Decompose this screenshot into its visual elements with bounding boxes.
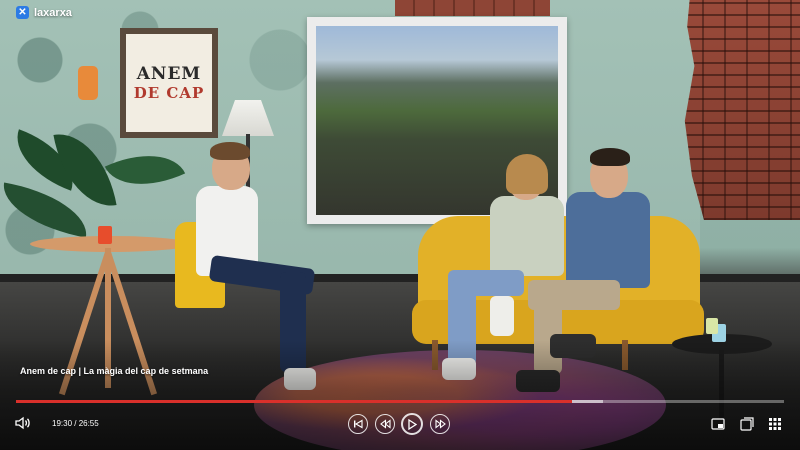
green-mug xyxy=(706,318,718,334)
brick-top-wall xyxy=(395,0,550,16)
video-title: Anem de cap | La màgia del cap de setman… xyxy=(20,366,209,376)
picture-in-picture-button[interactable] xyxy=(710,416,726,432)
time-display: 19:30 / 26:55 xyxy=(52,419,99,428)
poster-line-1: ANEM xyxy=(136,64,202,84)
progress-fill xyxy=(16,400,573,403)
show-poster: ANEM DE CAP xyxy=(120,28,218,138)
phone-prop xyxy=(78,66,98,100)
controls-backdrop xyxy=(0,340,800,450)
channel-logo: ✕ laxarxa xyxy=(16,6,72,19)
fast-forward-icon xyxy=(434,419,446,429)
volume-button[interactable] xyxy=(14,414,32,432)
progress-bar[interactable] xyxy=(16,400,784,403)
picture-in-picture-icon xyxy=(711,418,725,430)
fullscreen-icon xyxy=(740,417,754,431)
brick-wall xyxy=(684,0,800,220)
poster-line-2: DE CAP xyxy=(133,84,205,102)
play-button[interactable] xyxy=(401,413,423,435)
fullscreen-button[interactable] xyxy=(739,416,755,432)
volume-icon xyxy=(15,416,30,430)
red-mug xyxy=(98,226,112,244)
fast-forward-button[interactable] xyxy=(430,414,450,434)
skip-back-icon xyxy=(354,419,363,429)
rewind-button[interactable] xyxy=(375,414,395,434)
play-icon xyxy=(408,418,417,430)
grid-menu-icon xyxy=(769,418,781,430)
logo-x-icon: ✕ xyxy=(16,6,29,19)
grid-menu-button[interactable] xyxy=(767,416,783,432)
rewind-icon xyxy=(379,419,391,429)
logo-text: laxarxa xyxy=(34,6,72,19)
skip-back-button[interactable] xyxy=(348,414,368,434)
